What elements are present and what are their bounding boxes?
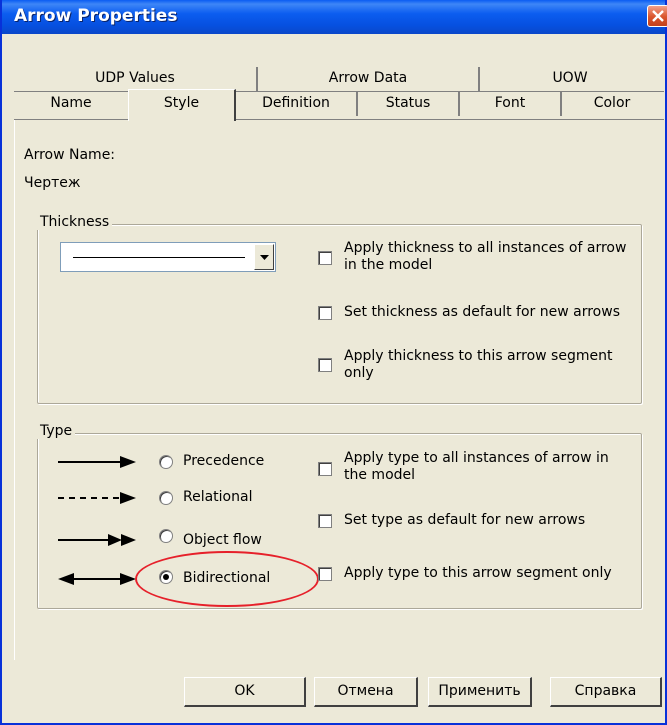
tab-style[interactable]: Style	[128, 89, 236, 121]
solid-arrow-icon	[58, 456, 136, 468]
tab-font[interactable]: Font	[460, 92, 562, 116]
arrow-name-label: Arrow Name:	[24, 147, 116, 163]
relational-radio[interactable]	[159, 491, 173, 505]
tab-definition[interactable]: Definition	[236, 92, 358, 116]
dropdown-button[interactable]	[254, 244, 274, 270]
type-default-label: Set type as default for new arrows	[344, 512, 586, 528]
ok-button[interactable]: OK	[184, 677, 306, 707]
thickness-all-instances-checkbox[interactable]	[318, 251, 332, 265]
help-button[interactable]: Справка	[550, 677, 662, 707]
window-title: Arrow Properties	[14, 6, 178, 26]
tab-arrow-data[interactable]: Arrow Data	[258, 67, 480, 91]
dashed-arrow-icon	[58, 492, 136, 504]
thickness-segment-checkbox[interactable]	[318, 358, 332, 372]
precedence-label: Precedence	[183, 453, 265, 469]
tab-status[interactable]: Status	[358, 92, 460, 116]
arrow-properties-dialog: Arrow Properties UDP Values Arrow Data U…	[0, 0, 667, 725]
thickness-line-sample	[73, 257, 245, 258]
close-button[interactable]	[647, 5, 667, 27]
relational-label: Relational	[183, 489, 253, 505]
type-all-instances-checkbox[interactable]	[318, 462, 332, 476]
tab-udp-values[interactable]: UDP Values	[14, 67, 258, 91]
thickness-group-label: Thickness	[37, 214, 113, 230]
type-default-checkbox[interactable]	[318, 514, 332, 528]
arrow-name-value: Чертеж	[24, 175, 81, 191]
title-bar[interactable]: Arrow Properties	[2, 0, 667, 34]
double-head-arrow-icon	[58, 534, 136, 546]
close-icon	[652, 10, 664, 22]
precedence-radio[interactable]	[159, 455, 173, 469]
chevron-down-icon	[260, 255, 269, 260]
tab-uow[interactable]: UOW	[480, 67, 660, 91]
object-flow-radio[interactable]	[159, 529, 173, 543]
thickness-all-instances-label: Apply thickness to all instances of arro…	[344, 240, 627, 273]
type-all-instances-label: Apply type to all instances of arrow in …	[344, 450, 609, 483]
type-segment-label: Apply type to this arrow segment only	[344, 565, 612, 581]
cancel-button[interactable]: Отмена	[314, 677, 418, 707]
object-flow-label: Object flow	[183, 532, 262, 548]
bidirectional-arrow-icon	[58, 573, 136, 585]
thickness-default-checkbox[interactable]	[318, 306, 332, 320]
thickness-segment-label: Apply thickness to this arrow segment on…	[344, 348, 613, 381]
thickness-select[interactable]	[60, 242, 276, 272]
apply-button[interactable]: Применить	[428, 677, 532, 707]
type-group-label: Type	[37, 423, 76, 439]
tab-name[interactable]: Name	[14, 92, 128, 116]
thickness-default-label: Set thickness as default for new arrows	[344, 304, 620, 320]
tab-color[interactable]: Color	[562, 92, 662, 116]
highlight-ellipse	[135, 551, 319, 607]
type-segment-checkbox[interactable]	[318, 567, 332, 581]
